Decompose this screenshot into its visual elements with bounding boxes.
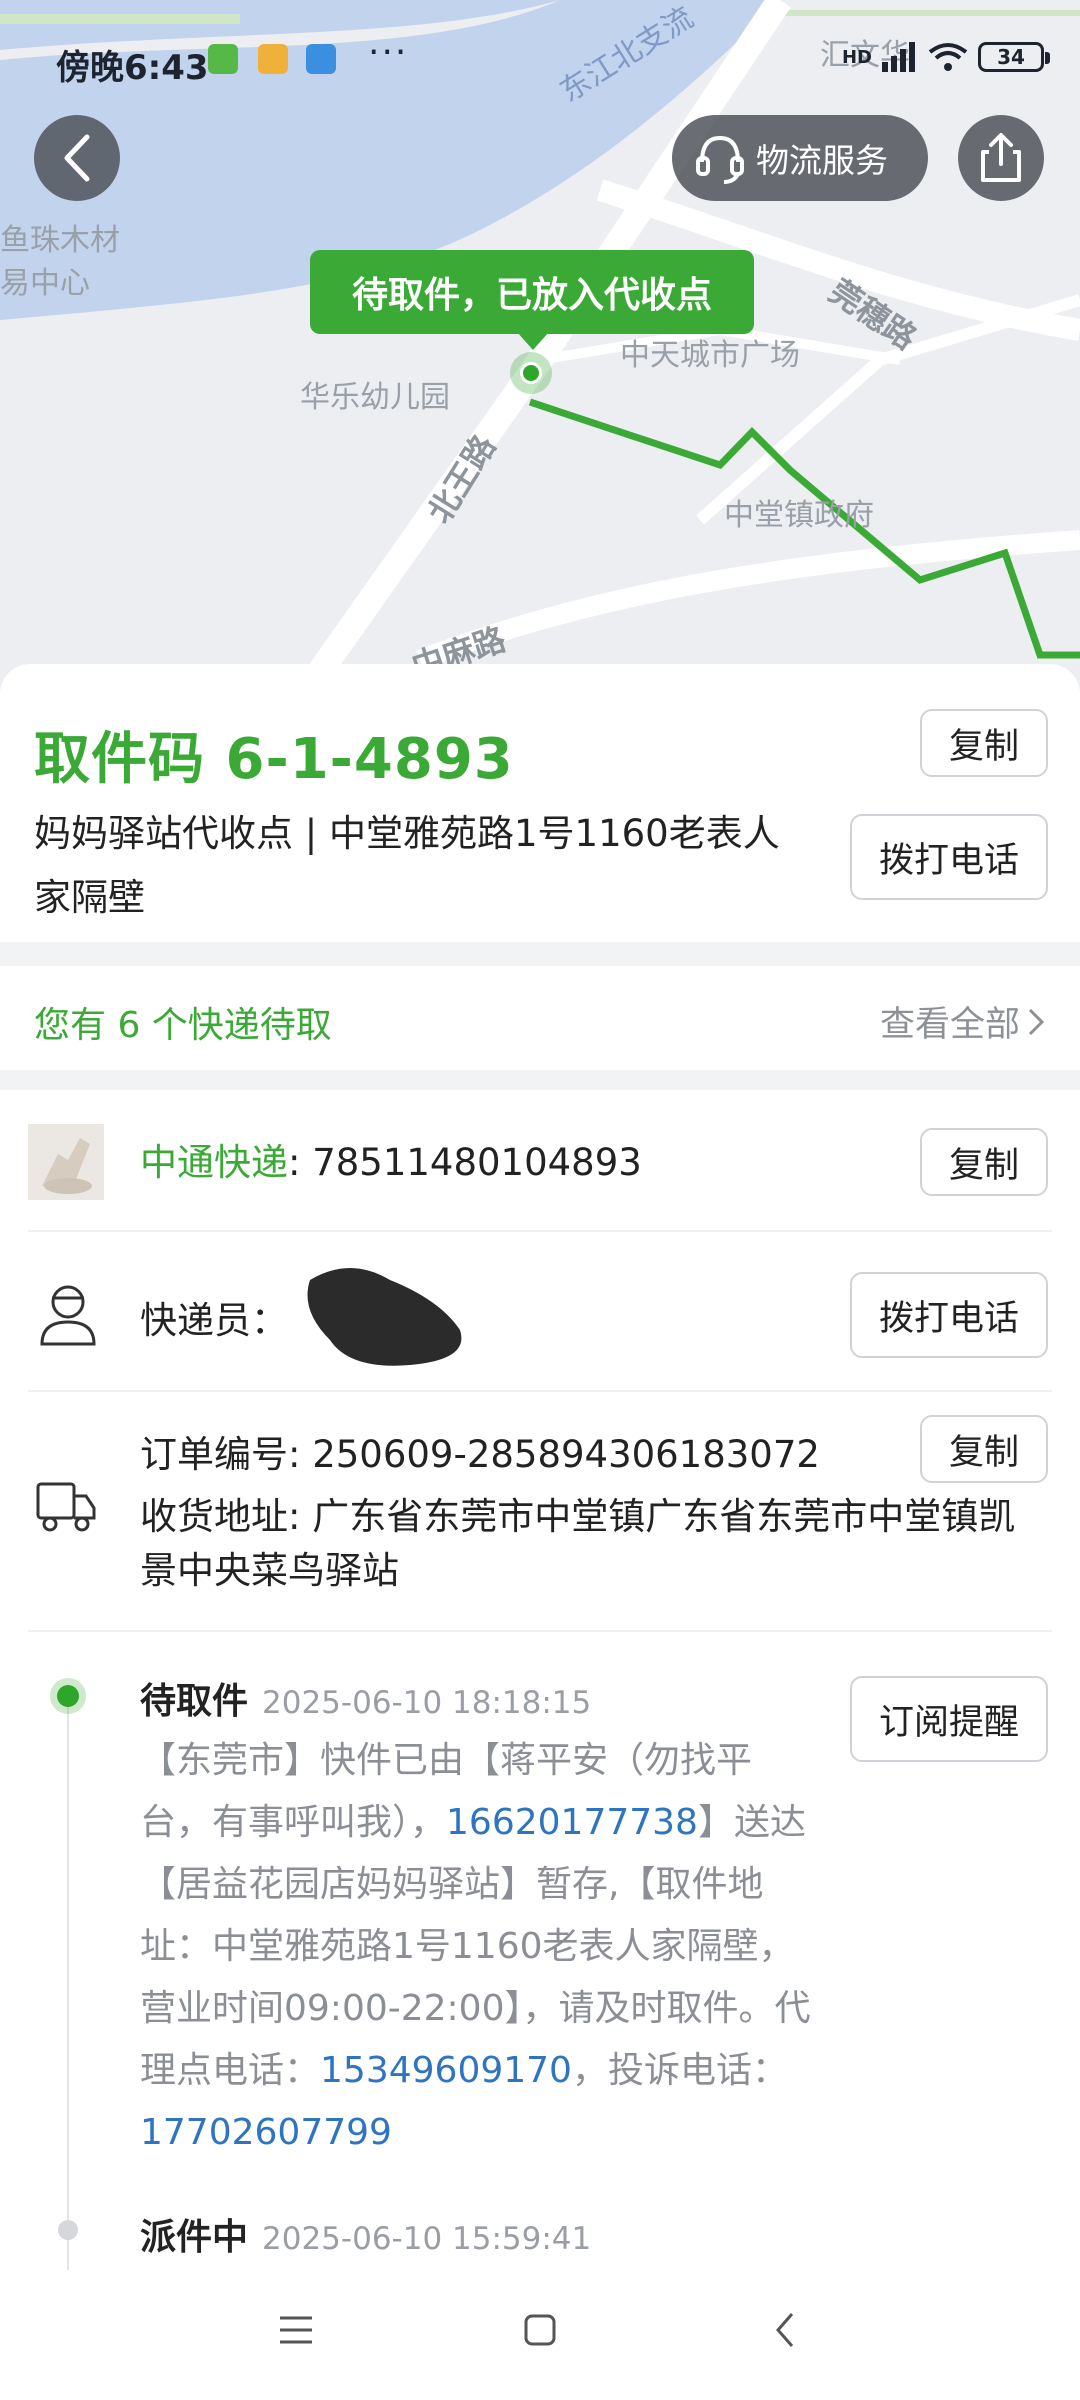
pickup-code: 取件码 6-1-4893 [34, 727, 514, 792]
divider [28, 1630, 1052, 1632]
map-status-bubble: 待取件，已放入代收点 [310, 250, 754, 350]
timeline-event-body: 【东莞市】快件已由【蒋平安（勿找平台，有事呼叫我），16620177738】送达… [140, 1730, 820, 2164]
call-station-button[interactable]: 拨打电话 [850, 814, 1048, 900]
event-time: 2025-06-10 18:18:15 [262, 1685, 592, 1721]
tracking-number: 中通快递: 78511480104893 [140, 1132, 642, 1186]
map-label-school: 华乐幼儿园 [300, 380, 450, 415]
courier-label: 快递员： [140, 1299, 288, 1342]
map-label-market: 鱼珠木材 [0, 223, 120, 258]
parcel-detail-card: 中通快递: 78511480104893 复制 快递员： 拨打电话 订单编号: … [0, 1090, 1080, 2330]
logistics-service-label: 物流服务 [756, 141, 888, 180]
map-label-plaza: 中天城市广场 [620, 338, 800, 373]
menu-icon[interactable] [276, 2310, 316, 2350]
view-all-label: 查看全部 [879, 1005, 1020, 1045]
timeline-past-dot [58, 2220, 78, 2240]
pickup-card: 取件码 6-1-4893 妈妈驿站代收点 | 中堂雅苑路1号1160老表人家隔壁… [0, 664, 1080, 942]
carrier-name: 中通快递 [140, 1141, 288, 1184]
wifi-icon [928, 43, 968, 71]
courier-icon [40, 1285, 96, 1346]
chevron-left-icon [64, 134, 90, 182]
back-nav-icon[interactable] [770, 2310, 800, 2350]
copy-pickup-code-button[interactable]: 复制 [920, 709, 1048, 777]
home-icon[interactable] [522, 2310, 558, 2350]
timeline-current-dot [50, 1678, 86, 1714]
redacted-name [307, 1268, 462, 1366]
wechat-icon [208, 44, 238, 74]
timeline-event-header: 派件中 2025-06-10 15:59:41 [140, 2208, 591, 2260]
status-time: 傍晚6:43 [56, 48, 209, 88]
map-label-gov: 中堂镇政府 [724, 498, 874, 533]
product-thumbnail [28, 1124, 104, 1200]
pending-parcels-banner[interactable]: 您有 6 个快递待取 查看全部 [0, 966, 1080, 1070]
notes-icon [258, 44, 288, 74]
share-button[interactable] [958, 115, 1044, 201]
view-all-link[interactable]: 查看全部 [880, 996, 1046, 1047]
hd-icon: HD [841, 46, 872, 68]
event-text: ，投诉电话： [571, 2050, 788, 2091]
event-text: 】送达【居益花园店妈妈驿站】暂存,【取件地址：中堂雅苑路1号1160老表人家隔壁… [140, 1802, 811, 2091]
status-bar: 傍晚6:43 ··· HD 34 [0, 0, 1080, 120]
share-icon [981, 133, 1021, 182]
battery-icon: 34 [978, 42, 1050, 72]
copy-tracking-button[interactable]: 复制 [920, 1128, 1048, 1196]
map-label-market-2: 易中心 [0, 266, 90, 301]
map-view[interactable]: 东江北支流 鱼珠木材 易中心 华乐幼儿园 中天城市广场 中堂镇政府 汇文华 北王… [0, 0, 1080, 700]
back-button[interactable] [34, 115, 120, 201]
system-navigation-bar [0, 2270, 1080, 2400]
chevron-right-icon [1028, 1008, 1045, 1035]
divider [28, 1390, 1052, 1392]
timeline-event-header: 待取件 2025-06-10 18:18:15 [140, 1672, 591, 1724]
subscribe-reminder-button[interactable]: 订阅提醒 [850, 1676, 1048, 1762]
agent-phone-link[interactable]: 15349609170 [320, 2050, 572, 2091]
pickup-address: 妈妈驿站代收点 | 中堂雅苑路1号1160老表人家隔壁 [34, 812, 780, 919]
complaint-phone-link[interactable]: 17702607799 [140, 2112, 392, 2153]
logistics-service-button[interactable]: 物流服务 [672, 115, 928, 201]
pending-count-text: 您有 6 个快递待取 [34, 1005, 332, 1046]
delivery-address: 收货地址: 广东省东莞市中堂镇广东省东莞市中堂镇凯景中央菜鸟驿站 [140, 1495, 1016, 1592]
headset-icon [696, 135, 744, 184]
call-courier-button[interactable]: 拨打电话 [850, 1272, 1048, 1358]
copy-order-button[interactable]: 复制 [920, 1415, 1048, 1483]
tracking-number-value: : 78511480104893 [288, 1141, 642, 1184]
more-notifications-icon: ··· [368, 32, 409, 73]
truck-icon [36, 1482, 96, 1532]
order-number: 订单编号: 250609-285894306183072 [140, 1433, 820, 1476]
event-status: 待取件 [140, 1681, 249, 1722]
courier-phone-link[interactable]: 16620177738 [446, 1802, 698, 1843]
event-status: 派件中 [140, 2217, 249, 2258]
signal-icon [882, 42, 915, 72]
location-pin-icon [510, 352, 552, 394]
event-time: 2025-06-10 15:59:41 [262, 2221, 592, 2257]
cloud-icon [306, 44, 336, 74]
divider [28, 1230, 1052, 1232]
